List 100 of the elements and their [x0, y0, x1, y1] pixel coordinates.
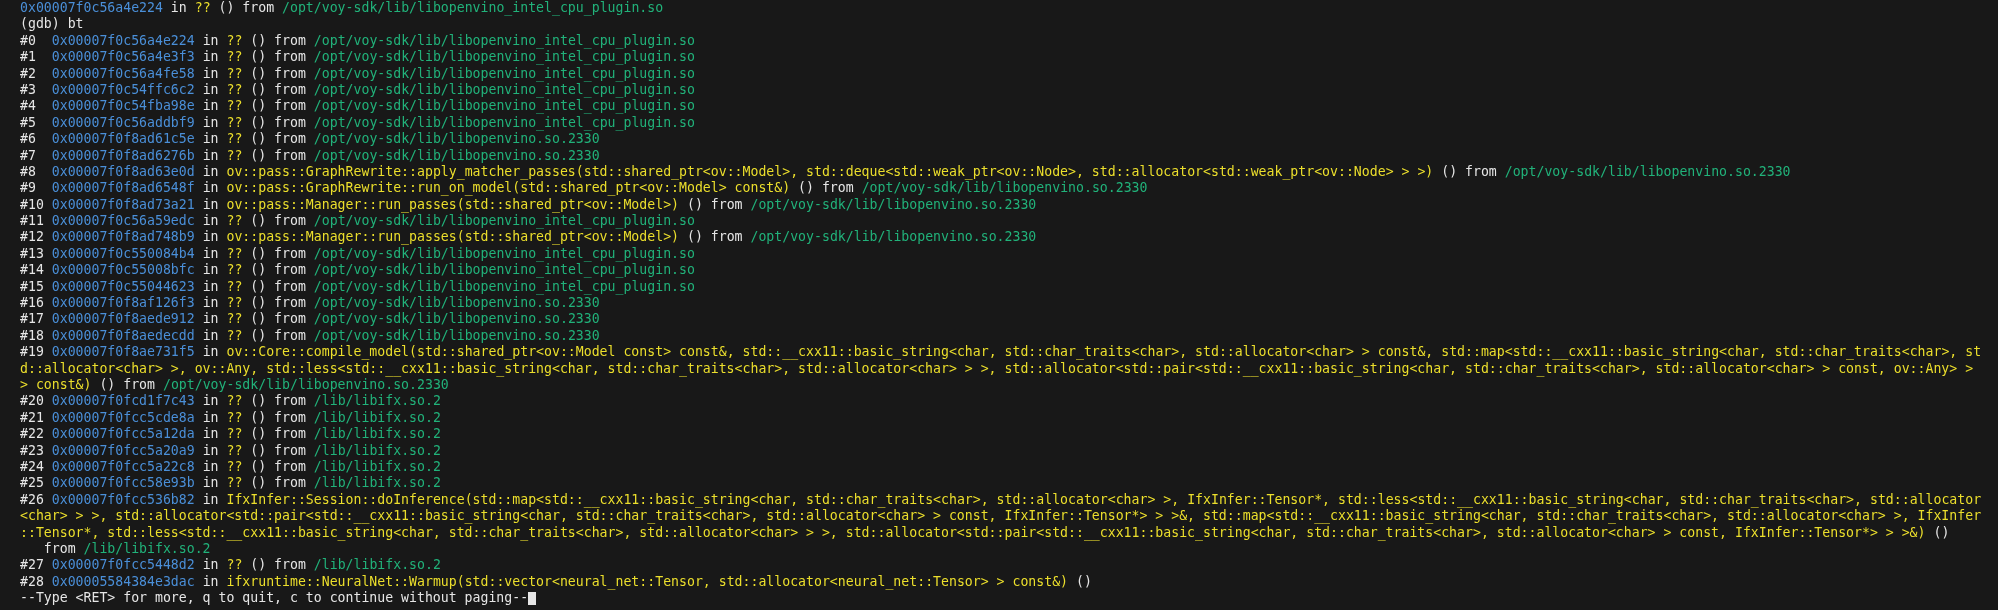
terminal-text: in — [201, 163, 220, 181]
memory-address: 0x00005584384e3dac — [51, 573, 195, 591]
terminal-text: () from — [249, 393, 307, 410]
terminal-text: #24 — [20, 458, 45, 476]
terminal-text: () from — [249, 458, 307, 476]
library-path: /opt/voy-sdk/lib/libopenvino_intel_cpu_plugin.so — [313, 262, 695, 279]
function-signature: ?? — [226, 311, 243, 328]
terminal-text: () from — [249, 245, 307, 263]
memory-address: 0x00007f0fcc5a22c8 — [51, 458, 195, 476]
library-path: /lib/libifx.so.2 — [83, 540, 211, 558]
terminal-text: () from — [797, 180, 855, 197]
terminal-text: #3 — [20, 81, 37, 99]
memory-address: 0x00007f0f8ad6548f — [51, 180, 195, 197]
terminal-text: () from — [249, 442, 307, 459]
library-path: /lib/libifx.so.2 — [313, 426, 441, 443]
memory-address: 0x00007f0fcc5a12da — [51, 426, 195, 443]
terminal-text: #28 — [20, 573, 45, 591]
function-signature: ?? — [226, 458, 243, 476]
terminal-text: #23 — [20, 442, 45, 459]
function-signature: ov::pass::Manager::run_passes(std::shared_ptr<ov::Model>) — [226, 229, 679, 246]
terminal-text: #27 — [20, 557, 45, 574]
terminal-text: #1 — [20, 49, 37, 66]
terminal-text: in — [201, 81, 220, 99]
terminal-text: #19 — [20, 344, 45, 361]
function-signature: ?? — [226, 245, 243, 263]
terminal-text: () — [1075, 573, 1092, 591]
terminal-text: #12 — [20, 229, 45, 246]
terminal-text: () from — [249, 49, 307, 66]
library-path: /opt/voy-sdk/lib/libopenvino.so.2330 — [861, 180, 1148, 197]
terminal-text: () from — [249, 147, 307, 164]
memory-address: 0x00007f0fcd1f7c43 — [51, 393, 195, 410]
terminal-text: #15 — [20, 278, 45, 296]
function-signature: ?? — [226, 475, 243, 492]
terminal-text: in — [201, 458, 220, 476]
terminal-text: () from — [249, 131, 307, 148]
terminal-text: in — [201, 409, 220, 427]
memory-address: 0x00007f0fcc5448d2 — [51, 557, 195, 574]
library-path: /opt/voy-sdk/lib/libopenvino.so.2330 — [1504, 163, 1791, 181]
memory-address: 0x00007f0fcc5cde8a — [51, 409, 195, 427]
memory-address: 0x00007f0f8ad748b9 — [51, 229, 195, 246]
function-signature: ?? — [226, 442, 243, 459]
terminal-text: #18 — [20, 327, 45, 345]
library-path: /opt/voy-sdk/lib/libopenvino_intel_cpu_plugin.so — [313, 32, 695, 50]
terminal-text: () from — [249, 98, 307, 115]
library-path: /opt/voy-sdk/lib/libopenvino.so.2330 — [313, 311, 600, 328]
library-path: /opt/voy-sdk/lib/libopenvino.so.2330 — [162, 377, 449, 394]
terminal-text: in — [201, 32, 220, 50]
function-signature: ?? — [226, 213, 243, 230]
memory-address: 0x00007f0fcc5a20a9 — [51, 442, 195, 459]
function-signature: ifxruntime::NeuralNet::Warmup(std::vector<neural_net::Tensor, std::allocator<neural_net::Tensor> > const&) — [226, 573, 1069, 591]
library-path: /opt/voy-sdk/lib/libopenvino_intel_cpu_plugin.so — [313, 213, 695, 230]
memory-address: 0x00007f0c56a59edc — [51, 213, 195, 230]
terminal-text: () from — [98, 377, 156, 394]
function-signature: ?? — [226, 98, 243, 115]
terminal-text: () from — [249, 475, 307, 492]
function-signature: ?? — [226, 295, 243, 312]
function-signature: ?? — [226, 114, 243, 132]
terminal-text: from — [42, 540, 77, 558]
terminal-text: in — [201, 327, 220, 345]
terminal-text: () from — [685, 196, 744, 214]
memory-address: 0x00007f0c550084b4 — [51, 245, 195, 263]
function-signature: ?? — [226, 81, 243, 99]
memory-address: 0x00007f0f8ad73a21 — [51, 196, 195, 214]
terminal-text: () from — [249, 32, 307, 50]
terminal-text: () from — [249, 213, 307, 230]
library-path: /opt/voy-sdk/lib/libopenvino_intel_cpu_plugin.so — [313, 245, 695, 263]
terminal-text: () — [1932, 524, 1950, 541]
memory-address: 0x00007f0c56a4fe58 — [51, 65, 195, 82]
terminal-text: #11 — [20, 213, 45, 230]
memory-address: 0x00007f0fcc58e93b — [51, 475, 195, 492]
terminal-text: in — [201, 98, 220, 115]
memory-address: 0x00007f0c54fba98e — [51, 98, 195, 115]
terminal-text: () from — [685, 229, 744, 246]
function-signature: ?? — [226, 32, 243, 50]
memory-address: 0x00007f0fcc536b82 — [51, 491, 195, 509]
terminal-text: #16 — [20, 295, 45, 312]
memory-address: 0x00007f0c56a4e3f3 — [51, 49, 195, 66]
memory-address: 0x00007f0f8ad6276b — [51, 147, 195, 164]
library-path: /opt/voy-sdk/lib/libopenvino.so.2330 — [313, 295, 600, 312]
terminal-text: () from — [1440, 163, 1498, 181]
function-signature: ?? — [226, 147, 243, 164]
memory-address: 0x00007f0f8aedecdd — [51, 327, 195, 345]
terminal-text: () from — [249, 114, 307, 132]
library-path: /opt/voy-sdk/lib/libopenvino.so.2330 — [750, 229, 1037, 246]
terminal-text: () from — [249, 81, 307, 99]
terminal-text: () from — [249, 327, 307, 345]
function-signature: ?? — [226, 278, 243, 296]
terminal-text: () from — [249, 262, 307, 279]
terminal-text: in — [201, 131, 220, 148]
memory-address: 0x00007f0f8af126f3 — [51, 295, 195, 312]
library-path: /opt/voy-sdk/lib/libopenvino.so.2330 — [313, 327, 600, 345]
library-path: /opt/voy-sdk/lib/libopenvino_intel_cpu_plugin.so — [282, 0, 664, 17]
terminal-text: () from — [249, 295, 307, 312]
memory-address: 0x00007f0f8ad63e0d — [51, 163, 195, 181]
terminal-text: #10 — [20, 196, 45, 214]
memory-address: 0x00007f0f8aede912 — [51, 311, 195, 328]
terminal-text: in — [201, 573, 220, 591]
library-path: /opt/voy-sdk/lib/libopenvino_intel_cpu_plugin.so — [313, 49, 695, 66]
memory-address: 0x00007f0c56a4e224 — [51, 32, 195, 50]
terminal-text: () from — [249, 409, 307, 427]
